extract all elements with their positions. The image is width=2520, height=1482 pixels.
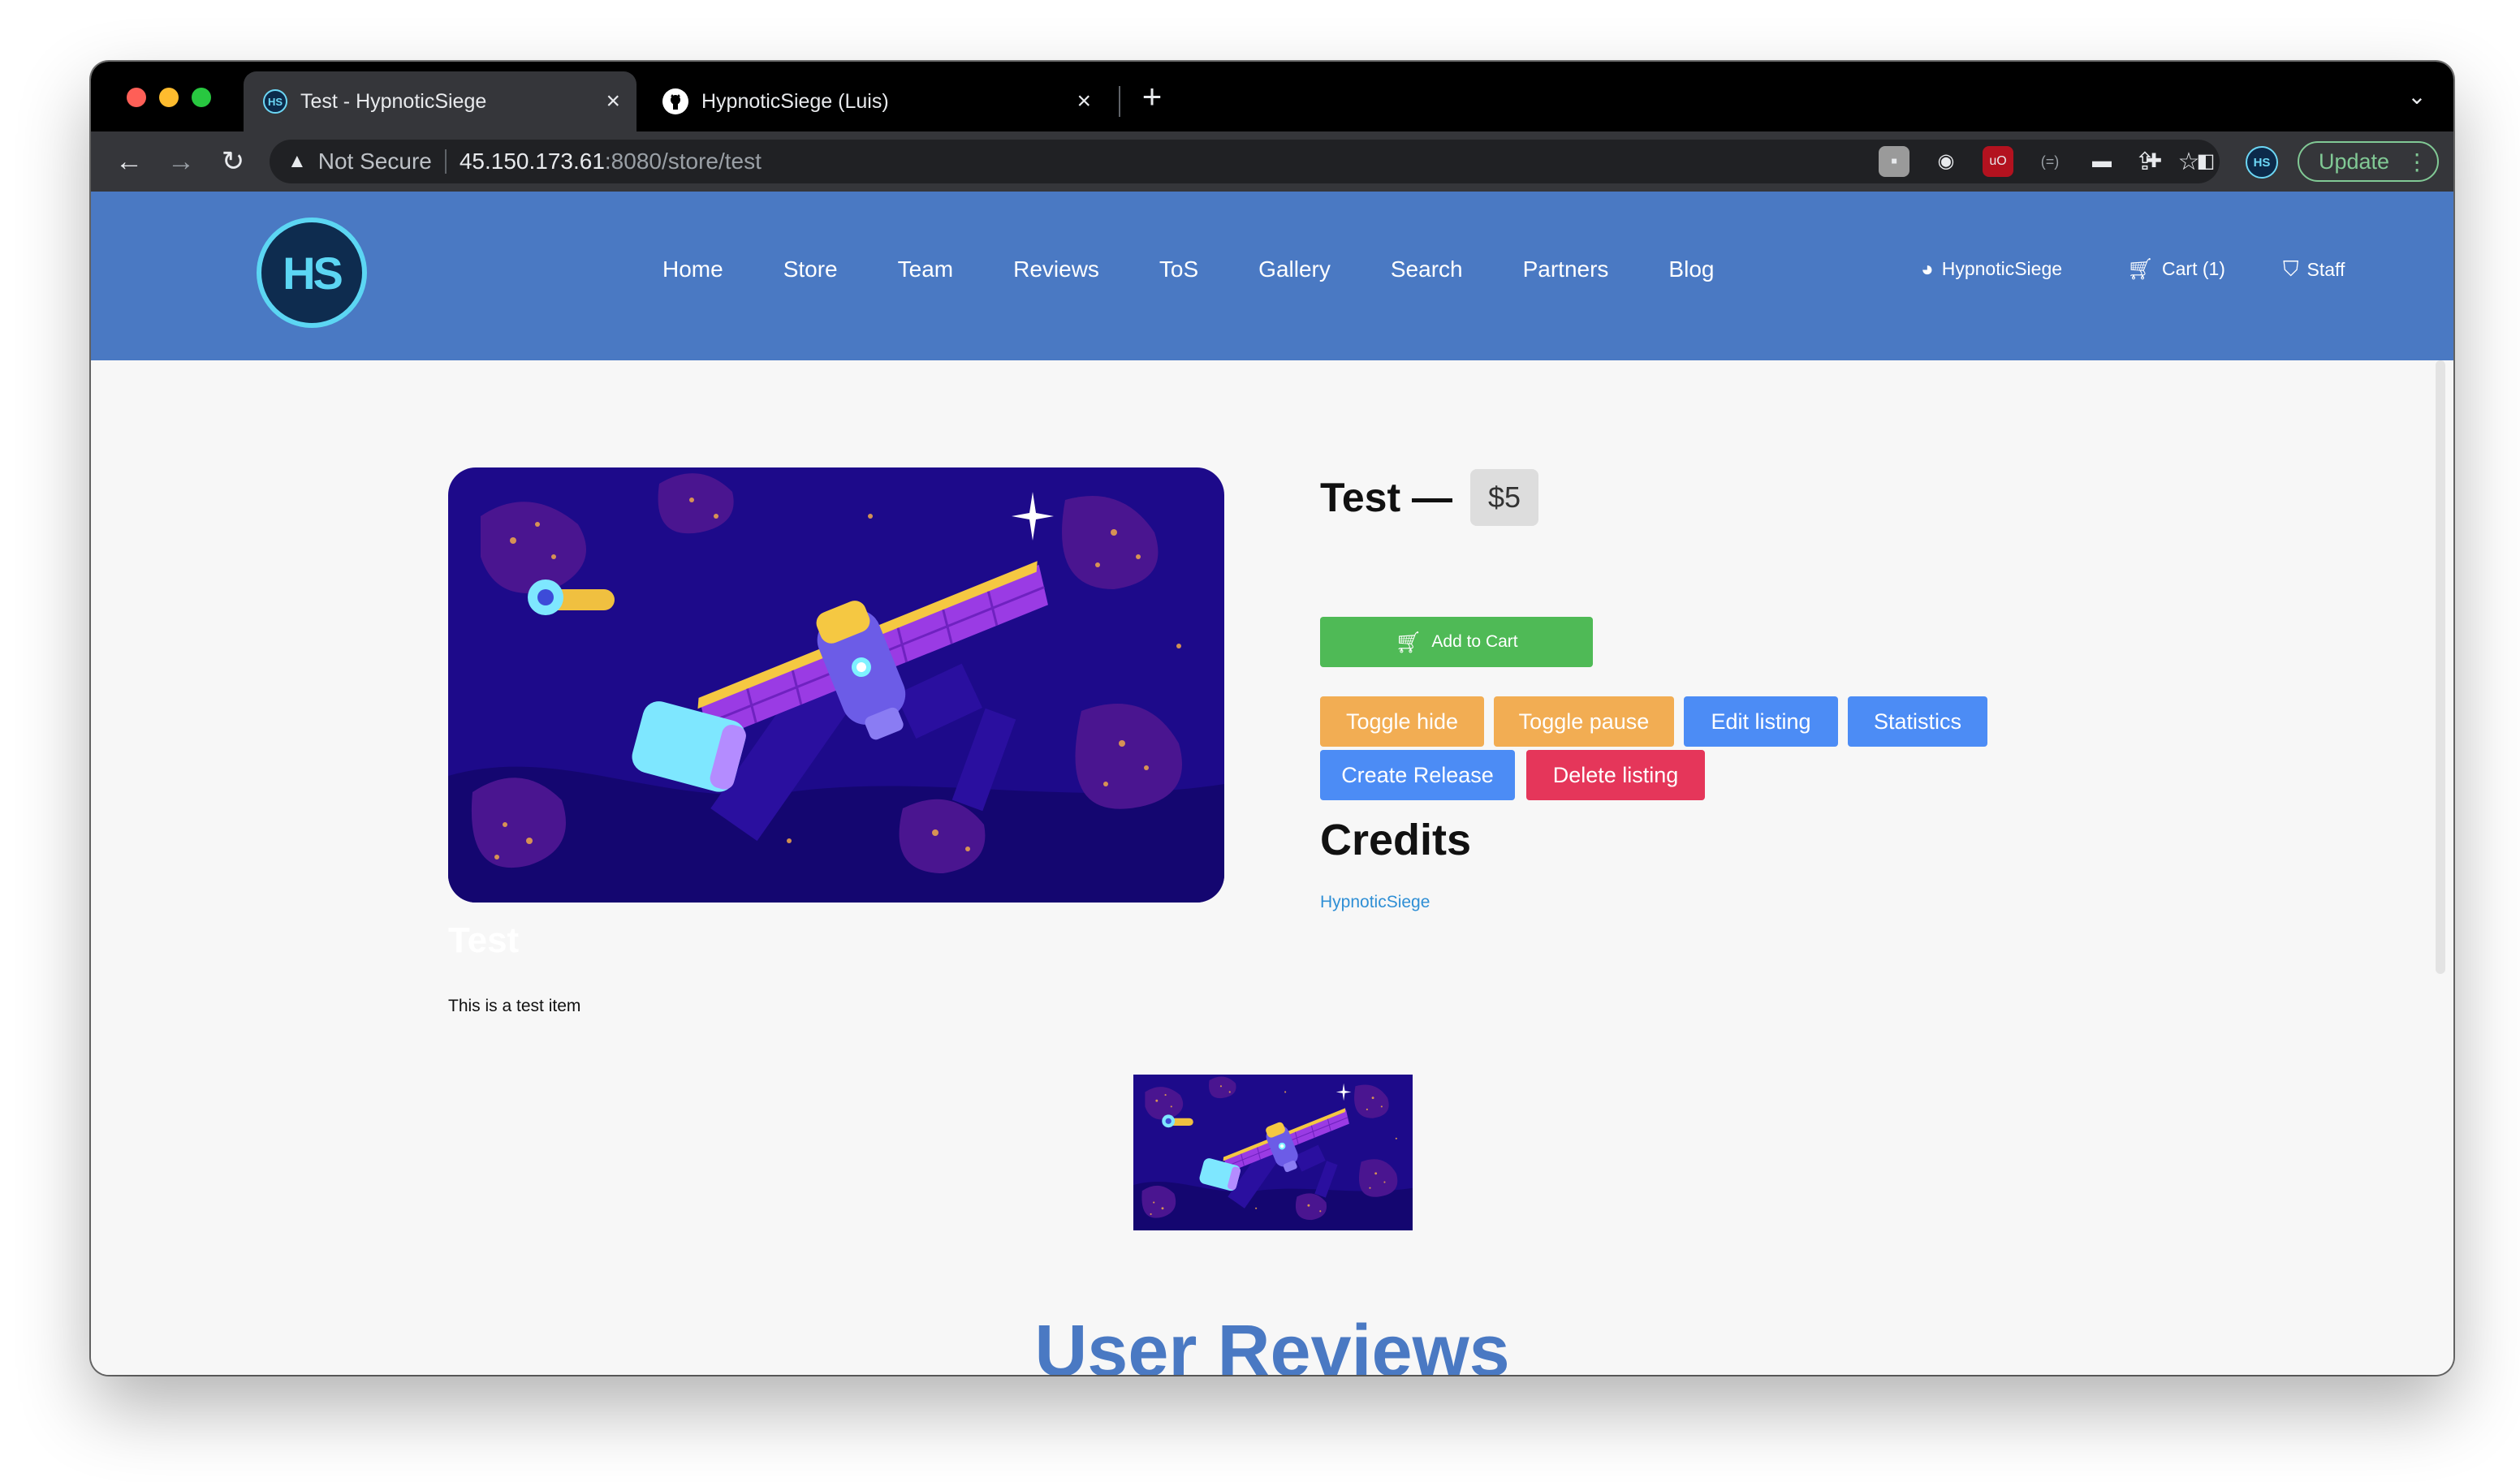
delete-listing-button[interactable]: Delete listing (1526, 750, 1705, 800)
nav-tos[interactable]: ToS (1159, 256, 1198, 282)
cart-label: Cart (1) (2162, 258, 2225, 279)
maximize-window-button[interactable] (192, 88, 211, 107)
create-release-button[interactable]: Create Release (1320, 750, 1515, 800)
side-panel-icon[interactable]: ◧ (2190, 146, 2221, 177)
extension-icon[interactable]: ◉ (1931, 146, 1961, 177)
user-label: HypnoticSiege (1941, 258, 2063, 279)
cart-icon: 🛒︎ (2127, 256, 2155, 281)
edit-listing-button[interactable]: Edit listing (1684, 696, 1838, 747)
update-button[interactable]: Update ⋮ (2298, 141, 2439, 182)
close-window-button[interactable] (127, 88, 146, 107)
extension-icon[interactable]: ▪ (1879, 146, 1909, 177)
browser-toolbar: ← → ↻ ▲ Not Secure 45.150.173.61:8080/st… (91, 131, 2453, 192)
warning-icon: ▲ (287, 150, 307, 172)
minimize-window-button[interactable] (159, 88, 179, 107)
page-content: Test This is a test item Test — $5 🛒︎ Ad… (91, 360, 2453, 1375)
forward-icon[interactable]: → (159, 140, 203, 183)
nav-store[interactable]: Store (783, 256, 838, 282)
nav-blog[interactable]: Blog (1668, 256, 1714, 282)
user-link[interactable]: ◕ HypnoticSiege (1921, 256, 2062, 282)
new-tab-button[interactable]: + (1132, 76, 1172, 117)
puzzle-icon[interactable]: ✚ (2138, 146, 2169, 177)
shield-icon: ⛉ (2283, 256, 2299, 281)
url-path: :8080/store/test (604, 149, 762, 174)
add-to-cart-button[interactable]: 🛒︎ Add to Cart (1320, 617, 1593, 667)
tab-divider (1119, 86, 1120, 117)
site-navbar: HS Home Store Team Reviews ToS Gallery S… (91, 192, 2453, 360)
nav-partners[interactable]: Partners (1523, 256, 1609, 282)
cart-icon: 🛒︎ (1395, 629, 1422, 654)
hs-favicon-icon: HS (263, 89, 287, 114)
profile-avatar[interactable]: HS (2246, 146, 2278, 179)
tab-strip: HS Test - HypnoticSiege × HypnoticSiege … (91, 62, 2453, 131)
not-secure-label: Not Secure (317, 149, 432, 174)
product-title: Test — (1320, 475, 1452, 520)
product-image (448, 467, 1224, 903)
scrollbar[interactable] (2436, 360, 2445, 974)
cart-link[interactable]: 🛒︎ Cart (1) (2127, 256, 2225, 282)
browser-window: HS Test - HypnoticSiege × HypnoticSiege … (91, 62, 2453, 1375)
nav-team[interactable]: Team (898, 256, 953, 282)
nav-gallery[interactable]: Gallery (1258, 256, 1331, 282)
site-logo[interactable]: HS (257, 218, 367, 328)
reviews-heading: User Reviews (1034, 1311, 1510, 1375)
update-label: Update (2319, 149, 2390, 174)
back-icon[interactable]: ← (107, 140, 151, 183)
image-title: Test (448, 920, 520, 960)
nav-search[interactable]: Search (1391, 256, 1463, 282)
product-description: This is a test item (448, 997, 581, 1015)
credit-link[interactable]: HypnoticSiege (1320, 893, 1430, 912)
toggle-pause-button[interactable]: Toggle pause (1494, 696, 1674, 747)
staff-link[interactable]: ⛉ Staff (2283, 256, 2345, 282)
tab-title: HypnoticSiege (Luis) (701, 89, 889, 113)
url-host: 45.150.173.61 (459, 149, 605, 174)
omnibox-divider (444, 149, 447, 174)
price-badge: $5 (1470, 469, 1539, 526)
nav-home[interactable]: Home (662, 256, 723, 282)
tab-github[interactable]: HypnoticSiege (Luis) × (636, 71, 1107, 131)
statistics-button[interactable]: Statistics (1848, 696, 1987, 747)
url-text: 45.150.173.61:8080/store/test (460, 149, 762, 174)
tab-search-icon[interactable]: ⌄ (2397, 76, 2437, 117)
close-tab-icon[interactable]: × (606, 89, 620, 114)
product-header: Test — $5 (1320, 469, 1539, 526)
reload-icon[interactable]: ↻ (211, 140, 255, 183)
address-bar[interactable]: ▲ Not Secure 45.150.173.61:8080/store/te… (270, 140, 2220, 183)
github-favicon-icon (662, 88, 688, 114)
more-menu-icon[interactable]: ⋮ (2406, 149, 2428, 175)
credits-heading: Credits (1320, 816, 1472, 864)
extension-icon[interactable]: (=) (2035, 146, 2065, 177)
nav-reviews[interactable]: Reviews (1013, 256, 1099, 282)
ublock-icon[interactable]: uO (1983, 146, 2013, 177)
tab-title: Test - HypnoticSiege (300, 89, 487, 113)
add-to-cart-label: Add to Cart (1431, 632, 1518, 651)
close-tab-icon[interactable]: × (1077, 89, 1091, 114)
main-menu: Home Store Team Reviews ToS Gallery Sear… (662, 256, 1774, 282)
product-thumbnail[interactable] (1133, 1075, 1413, 1230)
discord-icon: ◕ (1921, 256, 1934, 281)
extension-icon[interactable]: ▬ (2086, 146, 2117, 177)
staff-label: Staff (2306, 258, 2345, 280)
tab-test-hypnoticsiege[interactable]: HS Test - HypnoticSiege × (244, 71, 636, 131)
toggle-hide-button[interactable]: Toggle hide (1320, 696, 1484, 747)
